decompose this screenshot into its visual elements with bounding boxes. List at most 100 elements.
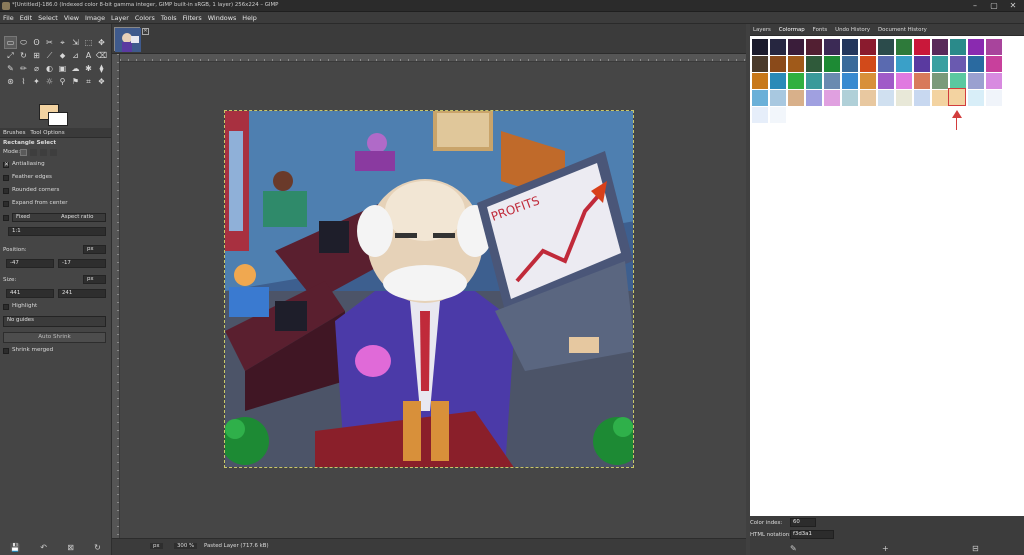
colormap-cell[interactable] [950,56,966,72]
mode-add-button[interactable] [30,149,37,156]
colormap-cell[interactable] [968,39,984,55]
menu-help[interactable]: Help [239,13,260,23]
close-tab-icon[interactable]: ✕ [142,28,149,35]
tab-undo-history[interactable]: Undo History [832,27,873,33]
tool-button-18[interactable]: ⌀ [30,62,43,75]
colormap-cell[interactable] [896,39,912,55]
colormap-cell[interactable] [788,73,804,89]
colormap-cell[interactable] [914,56,930,72]
minimize-button[interactable]: – [966,1,984,11]
colormap-cell[interactable] [914,39,930,55]
colormap-cell[interactable] [986,56,1002,72]
colormap-cell[interactable] [824,39,840,55]
colormap-cell[interactable] [950,39,966,55]
shrink-merged-checkbox[interactable] [3,348,9,354]
menu-layer[interactable]: Layer [108,13,132,23]
position-x-field[interactable]: -47 [6,259,54,268]
tool-button-0[interactable]: ▭ [4,36,17,49]
highlight-checkbox[interactable] [3,304,9,310]
restore-options-icon[interactable]: ↶ [40,543,47,552]
unit-select[interactable]: px [150,543,163,549]
colormap-cell[interactable] [752,56,768,72]
tool-button-5[interactable]: ⇲ [69,36,82,49]
colormap-cell[interactable] [788,39,804,55]
colormap-cell[interactable] [824,56,840,72]
colormap-cell[interactable] [968,56,984,72]
tab-brushes[interactable]: Brushes [3,130,26,136]
colormap-cell[interactable] [914,73,930,89]
colormap-cell[interactable] [806,39,822,55]
tab-colormap[interactable]: Colormap [776,27,808,33]
colormap-cell[interactable] [752,107,768,123]
colormap-cell[interactable] [896,56,912,72]
tool-button-2[interactable]: ʘ [30,36,43,49]
color-index-field[interactable]: 60 [790,518,816,527]
position-unit-select[interactable]: px [83,245,106,254]
tool-button-12[interactable]: ⬥ [56,49,69,62]
colormap-cell[interactable] [752,39,768,55]
colormap-cell[interactable] [878,90,894,106]
guides-dropdown[interactable]: No guides [3,316,106,327]
tab-tool-options[interactable]: Tool Options [30,130,64,136]
tool-button-27[interactable]: ☼ [43,75,56,88]
colormap-cell[interactable] [806,73,822,89]
mode-subtract-button[interactable] [40,149,47,156]
colormap-cell[interactable] [824,90,840,106]
tool-button-23[interactable]: ⧫ [95,62,108,75]
colormap-cell[interactable] [770,39,786,55]
colormap-cell[interactable] [878,73,894,89]
colormap-cell[interactable] [770,56,786,72]
tool-button-1[interactable]: ⬭ [17,36,30,49]
position-y-field[interactable]: -17 [58,259,106,268]
colormap-cell[interactable] [878,39,894,55]
fixed-dropdown[interactable]: Fixed Aspect ratio [12,213,106,222]
close-button[interactable]: ✕ [1004,1,1022,11]
colormap-cell[interactable] [806,90,822,106]
colormap-cell[interactable] [950,73,966,89]
tool-button-4[interactable]: ⌖ [56,36,69,49]
colormap-cell[interactable] [752,73,768,89]
colormap-cell[interactable] [986,73,1002,89]
menu-filters[interactable]: Filters [180,13,205,23]
tool-button-10[interactable]: ⊞ [30,49,43,62]
feather-checkbox[interactable] [3,175,9,181]
menu-file[interactable]: File [0,13,17,23]
tool-button-7[interactable]: ✥ [95,36,108,49]
colormap-cell[interactable] [788,56,804,72]
save-options-icon[interactable]: 💾 [10,543,20,552]
delete-options-icon[interactable]: ⊠ [67,543,74,552]
ratio-field[interactable]: 1:1 [8,227,106,236]
convert-icon[interactable]: ⊟ [972,544,979,553]
horizontal-ruler[interactable] [120,54,746,62]
colormap-cell[interactable] [914,90,930,106]
colormap-cell[interactable] [770,107,786,123]
colormap-cell[interactable] [842,90,858,106]
menu-tools[interactable]: Tools [158,13,180,23]
image-canvas[interactable]: PROFITS [224,110,634,468]
expand-checkbox[interactable] [3,201,9,207]
tool-button-15[interactable]: ⌫ [95,49,108,62]
colormap-cell[interactable] [752,90,768,106]
tab-document-history[interactable]: Document History [875,27,930,33]
mode-intersect-button[interactable] [50,149,57,156]
colormap-cell[interactable] [896,90,912,106]
colormap-cell[interactable] [932,73,948,89]
selected-color-cell[interactable] [948,88,966,106]
tool-button-28[interactable]: ⚲ [56,75,69,88]
tool-button-16[interactable]: ✎ [4,62,17,75]
add-color-icon[interactable]: + [882,544,889,553]
tool-button-14[interactable]: A [82,49,95,62]
colormap-cell[interactable] [932,39,948,55]
colormap-cell[interactable] [860,73,876,89]
antialiasing-checkbox[interactable]: ✕ [3,162,9,168]
size-width-field[interactable]: 441 [6,289,54,298]
mode-replace-button[interactable] [20,149,27,156]
colormap-cell[interactable] [896,73,912,89]
tool-button-22[interactable]: ✱ [82,62,95,75]
colormap-cell[interactable] [860,90,876,106]
colormap-cell[interactable] [788,90,804,106]
background-color-swatch[interactable] [48,112,68,126]
menu-colors[interactable]: Colors [132,13,158,23]
menu-view[interactable]: View [61,13,82,23]
colormap-cell[interactable] [770,90,786,106]
